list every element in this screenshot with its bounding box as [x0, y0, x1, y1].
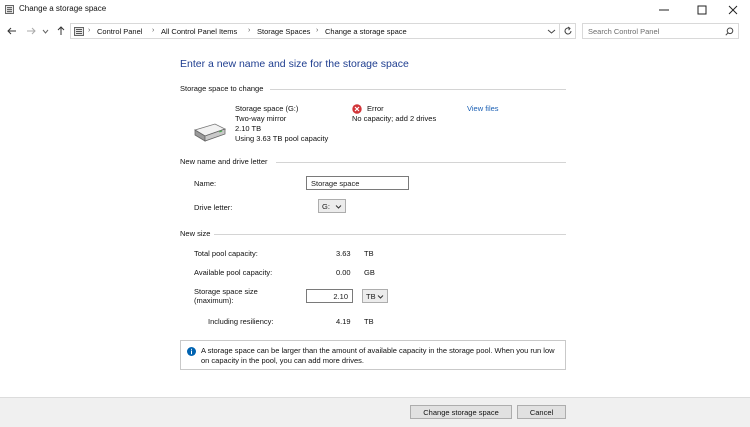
navigation-bar: › Control Panel › All Control Panel Item… [0, 21, 750, 41]
section-divider [270, 89, 566, 90]
resiliency-label: Including resiliency: [208, 317, 274, 326]
size-label: Storage space size (maximum): [194, 287, 258, 305]
search-icon [725, 27, 734, 36]
maximize-button[interactable] [685, 0, 719, 19]
size-unit-select[interactable]: TB [362, 289, 388, 303]
forward-button[interactable] [24, 24, 38, 38]
space-resiliency: Two-way mirror [235, 114, 287, 123]
breadcrumb-separator: › [152, 27, 155, 34]
space-size: 2.10 TB [235, 124, 262, 133]
close-button[interactable] [716, 0, 750, 19]
breadcrumb-separator: › [88, 27, 91, 34]
refresh-icon [564, 26, 571, 35]
drive-letter-label: Drive letter: [194, 203, 233, 212]
section-title-size: New size [180, 229, 211, 238]
breadcrumb-current[interactable]: Change a storage space [325, 27, 407, 36]
change-storage-space-button[interactable]: Change storage space [410, 405, 512, 419]
recent-locations-button[interactable] [40, 24, 50, 38]
up-button[interactable] [54, 24, 68, 38]
chevron-down-icon [377, 295, 384, 299]
breadcrumb-storage-spaces[interactable]: Storage Spaces [257, 27, 310, 36]
drive-letter-value: G: [322, 202, 330, 211]
close-icon [728, 5, 738, 14]
search-box[interactable]: Search Control Panel [582, 23, 739, 39]
info-icon [187, 347, 196, 356]
chevron-down-icon [335, 205, 342, 209]
drive-icon [194, 123, 227, 142]
page-heading: Enter a new name and size for the storag… [180, 58, 409, 70]
chevron-down-icon[interactable] [547, 27, 556, 36]
forward-arrow-icon [27, 27, 36, 35]
space-name: Storage space (G:) [235, 104, 299, 113]
breadcrumb-separator: › [316, 27, 319, 34]
drive-letter-select[interactable]: G: [318, 199, 346, 213]
recent-dropdown-icon [42, 29, 48, 34]
available-capacity-label: Available pool capacity: [194, 268, 273, 277]
name-input[interactable]: Storage space [306, 176, 409, 190]
up-arrow-icon [57, 26, 65, 35]
space-usage: Using 3.63 TB pool capacity [235, 134, 329, 143]
breadcrumb-control-panel[interactable]: Control Panel [97, 27, 142, 36]
resiliency-unit: TB [364, 317, 374, 326]
window-title: Change a storage space [19, 4, 107, 13]
name-label: Name: [194, 179, 217, 188]
available-capacity-value: 0.00 [336, 268, 351, 277]
size-unit-value: TB [366, 292, 376, 301]
title-bar: Change a storage space [0, 0, 750, 19]
breadcrumb-separator: › [248, 27, 251, 34]
footer-bar: Change storage space Cancel [0, 397, 750, 427]
status-detail: No capacity; add 2 drives [352, 114, 437, 123]
minimize-button[interactable] [647, 0, 681, 19]
app-icon [5, 5, 14, 14]
address-bar[interactable]: › Control Panel › All Control Panel Item… [70, 23, 560, 39]
info-box: A storage space can be larger than the a… [180, 340, 566, 370]
status-text: Error [367, 104, 384, 113]
size-input[interactable]: 2.10 [306, 289, 353, 303]
back-arrow-icon [7, 27, 16, 35]
maximize-icon [697, 5, 707, 14]
view-files-link[interactable]: View files [467, 104, 499, 113]
search-placeholder: Search Control Panel [588, 27, 660, 36]
total-capacity-label: Total pool capacity: [194, 249, 258, 258]
section-title-space-to-change: Storage space to change [180, 84, 264, 93]
minimize-icon [659, 9, 669, 10]
section-divider [214, 234, 566, 235]
back-button[interactable] [5, 24, 19, 38]
section-title-name: New name and drive letter [180, 157, 268, 166]
total-capacity-value: 3.63 [336, 249, 351, 258]
available-capacity-unit: GB [364, 268, 375, 277]
breadcrumb-all-items[interactable]: All Control Panel Items [161, 27, 237, 36]
control-panel-icon [74, 27, 84, 36]
total-capacity-unit: TB [364, 249, 374, 258]
info-text: A storage space can be larger than the a… [201, 346, 555, 365]
resiliency-value: 4.19 [336, 317, 351, 326]
cancel-button[interactable]: Cancel [517, 405, 566, 419]
section-divider [276, 162, 566, 163]
error-icon [352, 104, 362, 114]
refresh-button[interactable] [560, 23, 576, 39]
